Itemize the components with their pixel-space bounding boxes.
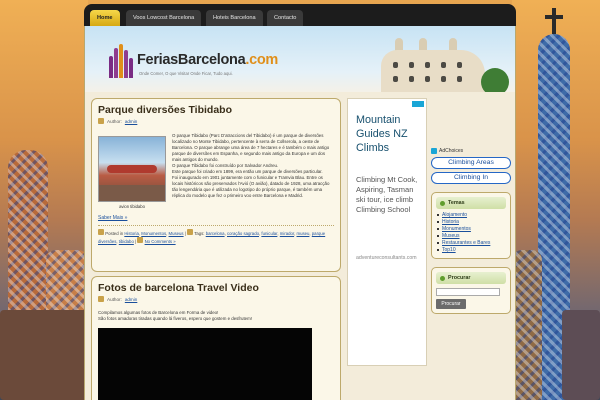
temas-item[interactable]: Restaurantes e Bares bbox=[437, 240, 506, 247]
right-sidebar: AdChoices Climbing Areas Climbing In Tem… bbox=[431, 98, 511, 314]
advertisement-block[interactable]: Mountain Guides NZ Climbs Climbing Mt Co… bbox=[347, 98, 427, 366]
tag-link[interactable]: tibidabo bbox=[119, 239, 134, 244]
ad-url[interactable]: adventureconsultants.com bbox=[356, 255, 417, 261]
search-input[interactable] bbox=[436, 288, 500, 296]
ad-link-climbing-areas[interactable]: Climbing Areas bbox=[431, 157, 511, 169]
site-logo[interactable]: FeriasBarcelona.com bbox=[137, 52, 278, 68]
search-button[interactable]: Procurar bbox=[436, 299, 466, 309]
background-left-scenery bbox=[0, 0, 88, 400]
tag-link[interactable]: barcelona bbox=[206, 231, 225, 236]
logo-main-text: FeriasBarcelona bbox=[137, 52, 246, 68]
temas-widget: Temas Alojamento Historia Monumentos Mus… bbox=[431, 192, 511, 259]
temas-item[interactable]: Historia bbox=[437, 219, 506, 226]
tree-decoration bbox=[481, 68, 509, 92]
widget-bullet-icon bbox=[440, 200, 445, 206]
video-player[interactable] bbox=[98, 328, 312, 400]
ad-description: Climbing Mt Cook, Aspiring, Tasman ski t… bbox=[356, 175, 418, 214]
comments-link[interactable]: No Comments » bbox=[145, 239, 176, 244]
author-label: Author: bbox=[107, 118, 122, 124]
author-icon bbox=[98, 118, 104, 124]
widget-bullet-icon bbox=[440, 275, 445, 281]
posted-in-label: Posted in bbox=[105, 231, 124, 236]
temas-item[interactable]: Top10 bbox=[437, 247, 506, 254]
adchoices-icon[interactable] bbox=[412, 101, 424, 107]
post-meta: Author: admin bbox=[98, 296, 334, 302]
site-wrapper: Home Voos Lowcost Barcelona Hoteis Barce… bbox=[84, 4, 516, 400]
logo-accent-text: .com bbox=[245, 52, 278, 68]
content-area: Parque diversões Tibidabo Author: admin … bbox=[84, 92, 516, 400]
temas-title: Temas bbox=[448, 200, 465, 206]
search-title: Procurar bbox=[448, 275, 471, 281]
adchoices-text: AdChoices bbox=[439, 148, 464, 154]
temas-item[interactable]: Alojamento bbox=[437, 212, 506, 219]
thumbnail-caption: avion tibidabo bbox=[119, 204, 145, 209]
temas-item[interactable]: Museus bbox=[437, 233, 506, 240]
tag-link[interactable]: mirador bbox=[280, 231, 294, 236]
post-tibidabo: Parque diversões Tibidabo Author: admin … bbox=[91, 98, 341, 272]
author-label: Author: bbox=[107, 296, 122, 302]
nav-hoteis[interactable]: Hoteis Barcelona bbox=[206, 10, 263, 26]
tag-link[interactable]: coração sagrado bbox=[227, 231, 259, 236]
read-more-link[interactable]: Saber Mais » bbox=[98, 215, 334, 221]
search-widget-header: Procurar bbox=[436, 272, 506, 284]
top-navigation: Home Voos Lowcost Barcelona Hoteis Barce… bbox=[84, 4, 516, 26]
temas-item[interactable]: Monumentos bbox=[437, 226, 506, 233]
ad-link-climbing-in[interactable]: Climbing In bbox=[431, 172, 511, 184]
nav-contacto[interactable]: Contacto bbox=[267, 10, 304, 26]
category-link[interactable]: Historia bbox=[124, 231, 139, 236]
tibidabo-photo bbox=[98, 136, 166, 202]
post-title[interactable]: Parque diversões Tibidabo bbox=[98, 104, 334, 116]
adchoices-label[interactable]: AdChoices bbox=[431, 148, 511, 154]
temas-list: Alojamento Historia Monumentos Museus Re… bbox=[436, 212, 506, 254]
author-icon bbox=[98, 296, 104, 302]
adchoices-icon bbox=[431, 148, 437, 154]
nav-home[interactable]: Home bbox=[90, 10, 120, 26]
post-body: Compilamos algumas fotos de Barcelona em… bbox=[98, 310, 334, 322]
post-footer: Posted in Historia, Monumentos, Museus |… bbox=[98, 225, 334, 245]
site-tagline: Onde Comer, O que Visitar Onde Ficar, Tu… bbox=[139, 71, 233, 76]
tag-link[interactable]: funicular bbox=[261, 231, 277, 236]
background-right-scenery bbox=[512, 0, 600, 400]
category-link[interactable]: Monumentos bbox=[141, 231, 166, 236]
search-widget: Procurar Procurar bbox=[431, 267, 511, 314]
casa-mila-image bbox=[375, 32, 493, 92]
nav-voos-lowcost[interactable]: Voos Lowcost Barcelona bbox=[126, 10, 202, 26]
temas-widget-header: Temas bbox=[436, 197, 506, 209]
tags-label: Tags: bbox=[194, 231, 205, 236]
tag-link[interactable]: museu bbox=[297, 231, 310, 236]
post-title[interactable]: Fotos de barcelona Travel Video bbox=[98, 282, 334, 294]
author-link[interactable]: admin bbox=[125, 297, 138, 302]
post-fotos-barcelona: Fotos de barcelona Travel Video Author: … bbox=[91, 276, 341, 400]
category-link[interactable]: Museus bbox=[169, 231, 184, 236]
site-header: FeriasBarcelona.com Onde Comer, O que Vi… bbox=[84, 26, 516, 92]
ad-title[interactable]: Mountain Guides NZ Climbs bbox=[356, 113, 422, 155]
comment-icon bbox=[137, 237, 144, 243]
folder-icon bbox=[98, 229, 104, 235]
post-thumbnail[interactable]: avion tibidabo bbox=[98, 136, 166, 209]
tag-icon bbox=[187, 229, 194, 235]
sagrada-familia-logo-icon[interactable] bbox=[109, 44, 133, 78]
post-paragraph: São fotos amadoras tiradas quando lá fiv… bbox=[98, 316, 253, 321]
author-link[interactable]: admin bbox=[125, 119, 138, 124]
post-meta: Author: admin bbox=[98, 118, 334, 124]
